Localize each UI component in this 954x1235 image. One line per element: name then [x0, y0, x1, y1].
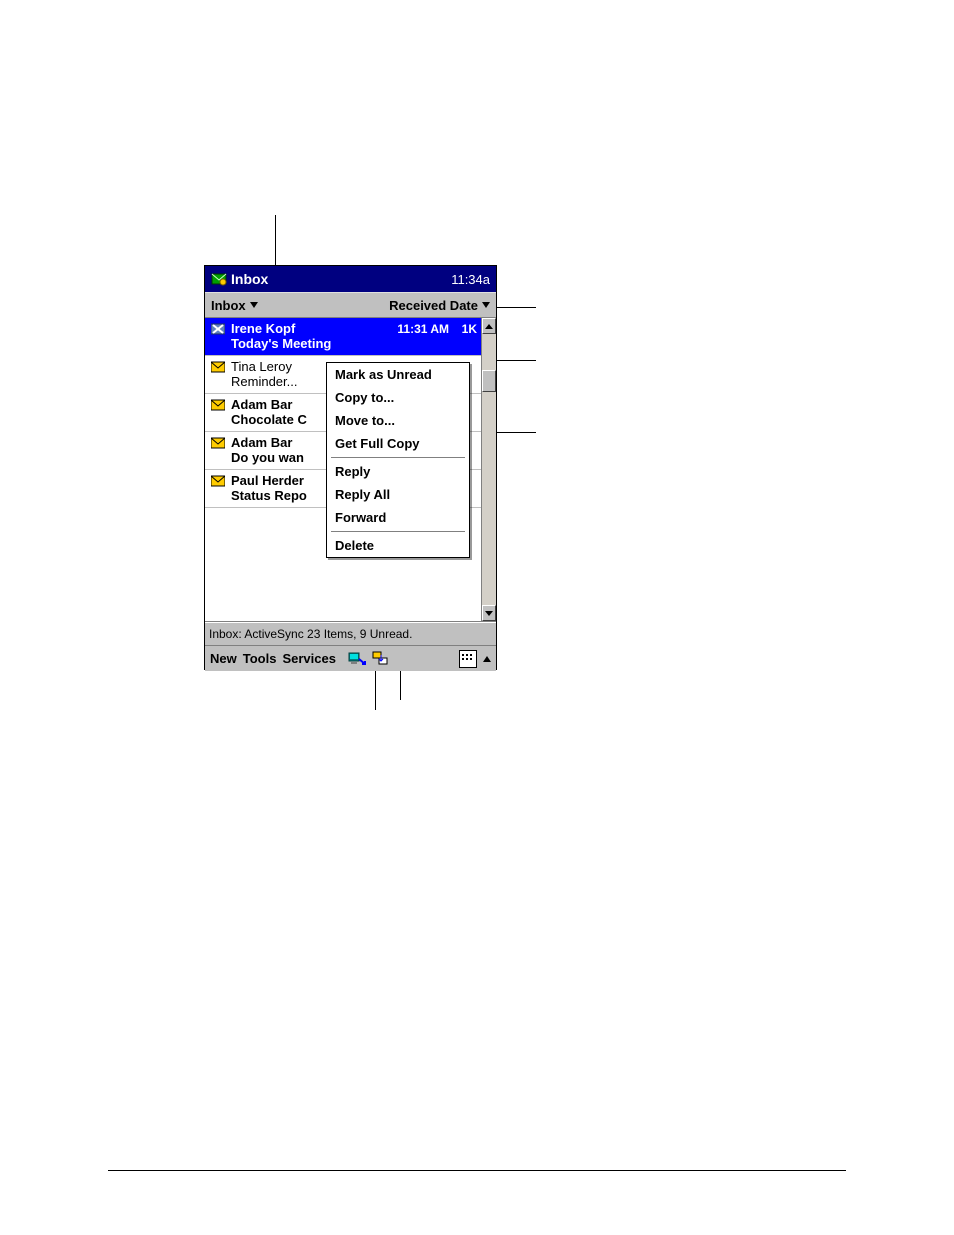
filter-bar: Inbox Received Date [205, 292, 496, 318]
chevron-down-icon [482, 302, 490, 308]
folder-label: Inbox [211, 298, 246, 313]
callout-line [275, 215, 276, 265]
bottom-bar: New Tools Services [205, 646, 496, 671]
clock[interactable]: 11:34a [451, 272, 490, 287]
chevron-down-icon [250, 302, 258, 308]
page-footer-rule [108, 1170, 846, 1171]
message-time: 11:31 AM [391, 322, 449, 336]
status-text: Inbox: ActiveSync 23 Items, 9 Unread. [209, 627, 412, 641]
envelope-icon [209, 475, 227, 487]
scroll-up-button[interactable] [482, 318, 496, 334]
envelope-icon [209, 399, 227, 411]
menu-item[interactable]: Forward [327, 506, 469, 529]
new-command[interactable]: New [207, 651, 240, 666]
menu-item[interactable]: Mark as Unread [327, 363, 469, 386]
menu-item[interactable]: Get Full Copy [327, 432, 469, 455]
arrow-up-icon [483, 656, 491, 662]
callout-line [400, 670, 401, 700]
services-command[interactable]: Services [279, 651, 339, 666]
menu-separator [331, 457, 465, 458]
message-size: 1K [449, 322, 477, 336]
message-subject: Today's Meeting [209, 336, 477, 351]
menu-item[interactable]: Delete [327, 534, 469, 557]
menu-item[interactable]: Copy to... [327, 386, 469, 409]
vertical-scrollbar[interactable] [481, 318, 496, 621]
context-menu: Mark as UnreadCopy to...Move to...Get Fu… [326, 362, 470, 558]
message-row[interactable]: Irene Kopf11:31 AM1KToday's Meeting [205, 318, 481, 356]
pocket-pc-window: Inbox 11:34a Inbox Received Date Irene K… [204, 265, 497, 670]
menu-separator [331, 531, 465, 532]
message-sender: Irene Kopf [227, 321, 391, 336]
blocked-mail-icon [209, 323, 227, 335]
callout-line [496, 307, 536, 308]
menu-item[interactable]: Reply [327, 460, 469, 483]
status-bar: Inbox: ActiveSync 23 Items, 9 Unread. [205, 622, 496, 646]
sort-dropdown[interactable]: Received Date [389, 298, 490, 313]
menu-item[interactable]: Reply All [327, 483, 469, 506]
folder-dropdown[interactable]: Inbox [211, 298, 389, 313]
message-list-area: Irene Kopf11:31 AM1KToday's MeetingTina … [205, 318, 496, 622]
app-title: Inbox [231, 271, 451, 287]
envelope-icon [209, 361, 227, 373]
sort-label: Received Date [389, 298, 478, 313]
send-receive-icon[interactable] [371, 649, 391, 669]
inbox-app-icon [211, 271, 227, 287]
arrow-down-icon [485, 611, 493, 616]
envelope-icon [209, 437, 227, 449]
callout-line [496, 360, 536, 361]
tools-command[interactable]: Tools [240, 651, 280, 666]
menu-item[interactable]: Move to... [327, 409, 469, 432]
arrow-up-icon [485, 324, 493, 329]
keyboard-icon [459, 650, 477, 668]
keyboard-toggle[interactable] [458, 649, 478, 669]
sip-menu-button[interactable] [480, 649, 494, 669]
callout-line [375, 670, 376, 710]
scroll-thumb[interactable] [482, 370, 496, 392]
title-bar: Inbox 11:34a [205, 266, 496, 292]
scroll-down-button[interactable] [482, 605, 496, 621]
connect-icon[interactable] [347, 649, 367, 669]
